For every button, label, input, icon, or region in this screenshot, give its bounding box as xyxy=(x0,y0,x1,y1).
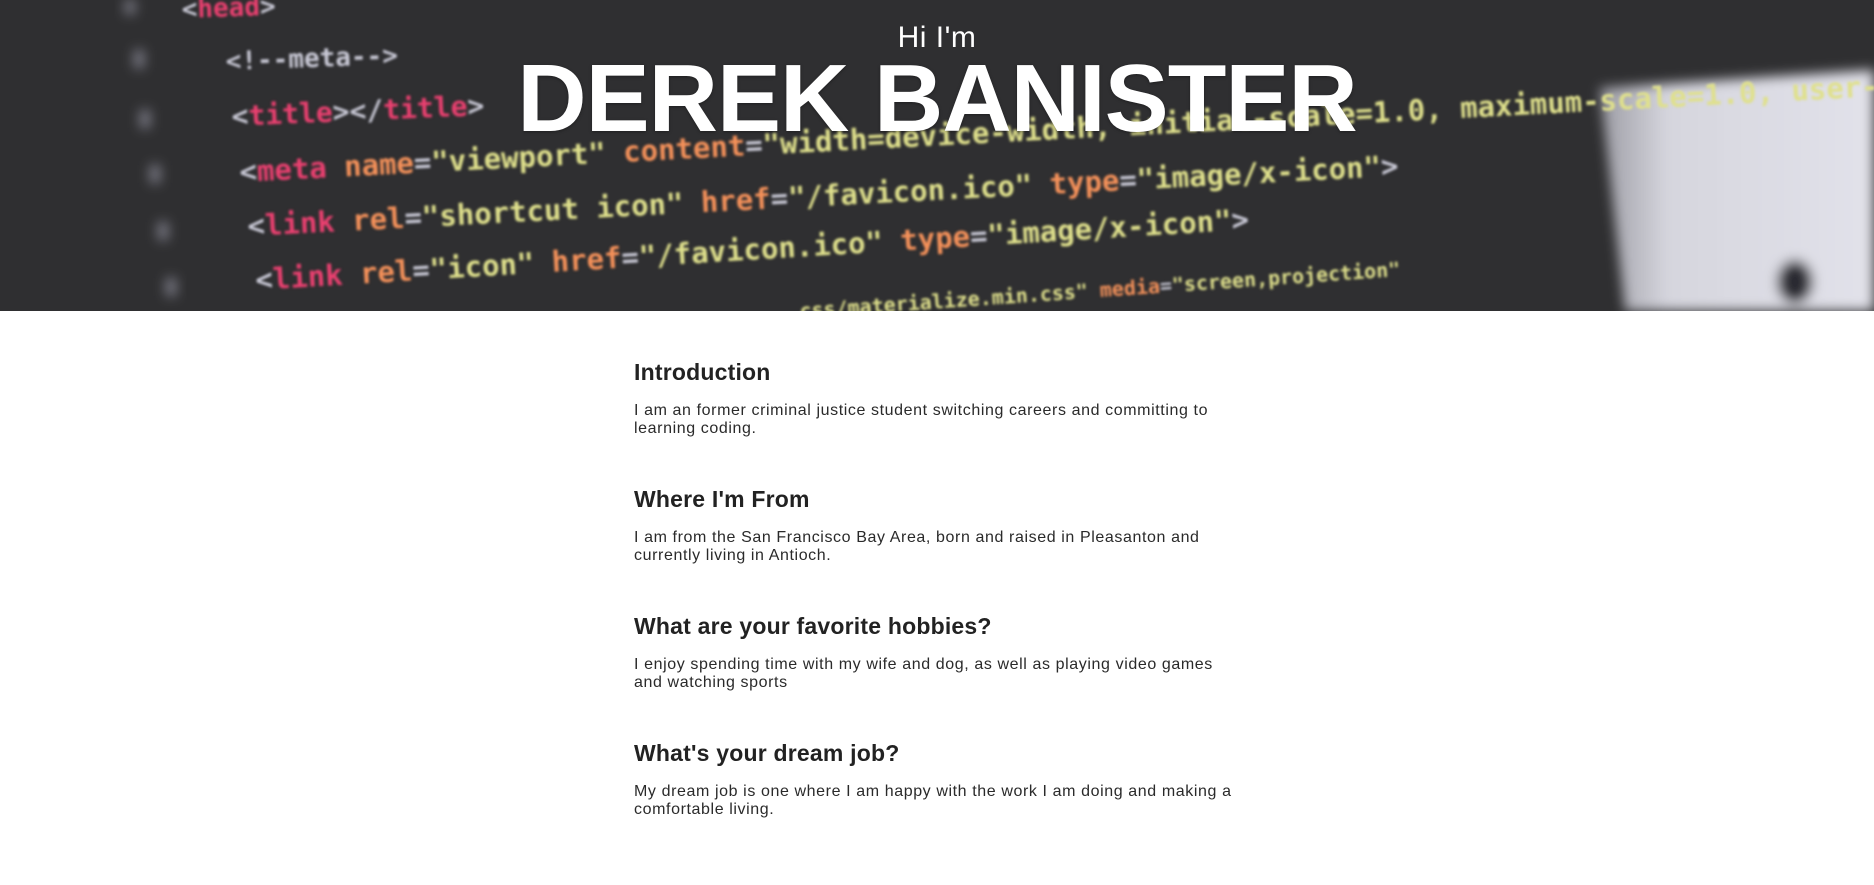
section-hobbies: What are your favorite hobbies? I enjoy … xyxy=(634,565,1244,692)
section-body: I am from the San Francisco Bay Area, bo… xyxy=(634,529,1200,564)
monitor-dark-spot xyxy=(1777,260,1813,304)
hero-banner: <head> <!--meta--> <title></title> <meta… xyxy=(0,0,1874,311)
section-heading: Where I'm From xyxy=(634,486,810,512)
hero-name: DEREK BANISTER xyxy=(517,45,1357,152)
line-number-mark xyxy=(158,222,168,240)
code-line-7: css/materialize.min.css" media="screen,p… xyxy=(799,257,1401,311)
section-heading: Introduction xyxy=(634,359,771,385)
section-body: I enjoy spending time with my wife and d… xyxy=(634,656,1213,691)
section-body: My dream job is one where I am happy wit… xyxy=(634,783,1232,818)
about-content: Introduction I am an former criminal jus… xyxy=(634,311,1244,819)
section-heading: What's your dream job? xyxy=(634,740,900,766)
section-where-from: Where I'm From I am from the San Francis… xyxy=(634,438,1244,565)
section-body: I am an former criminal justice student … xyxy=(634,402,1209,437)
line-number-mark xyxy=(166,278,176,296)
line-number-mark xyxy=(150,165,160,183)
section-introduction: Introduction I am an former criminal jus… xyxy=(634,311,1244,438)
section-dream-job: What's your dream job? My dream job is o… xyxy=(634,692,1244,819)
section-heading: What are your favorite hobbies? xyxy=(634,613,992,639)
hero-text: Hi I'm DEREK BANISTER xyxy=(0,0,1874,147)
